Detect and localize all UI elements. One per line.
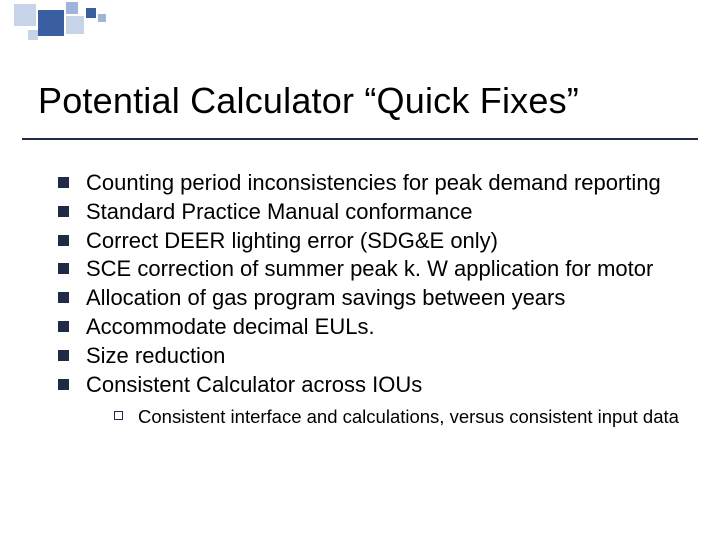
list-item: Counting period inconsistencies for peak… <box>58 170 680 197</box>
slide: Potential Calculator “Quick Fixes” Count… <box>0 0 720 540</box>
bullet-text: Consistent Calculator across IOUs <box>86 372 422 397</box>
bullet-list: Counting period inconsistencies for peak… <box>58 170 680 428</box>
title-rule <box>22 138 698 140</box>
list-item: Correct DEER lighting error (SDG&E only) <box>58 228 680 255</box>
bullet-text: Standard Practice Manual conformance <box>86 199 472 224</box>
sub-bullet-text: Consistent interface and calculations, v… <box>138 406 679 427</box>
list-item: Consistent Calculator across IOUs Consis… <box>58 372 680 428</box>
corner-decoration <box>0 0 140 48</box>
bullet-text: Accommodate decimal EULs. <box>86 314 375 339</box>
bullet-text: Allocation of gas program savings betwee… <box>86 285 565 310</box>
bullet-text: Correct DEER lighting error (SDG&E only) <box>86 228 498 253</box>
bullet-text: SCE correction of summer peak k. W appli… <box>86 256 653 281</box>
list-item: Size reduction <box>58 343 680 370</box>
list-item: Standard Practice Manual conformance <box>58 199 680 226</box>
content-area: Counting period inconsistencies for peak… <box>58 170 680 430</box>
bullet-text: Counting period inconsistencies for peak… <box>86 170 661 195</box>
sub-bullet-list: Consistent interface and calculations, v… <box>86 405 680 428</box>
sub-list-item: Consistent interface and calculations, v… <box>114 405 680 428</box>
list-item: SCE correction of summer peak k. W appli… <box>58 256 680 283</box>
bullet-text: Size reduction <box>86 343 225 368</box>
list-item: Accommodate decimal EULs. <box>58 314 680 341</box>
list-item: Allocation of gas program savings betwee… <box>58 285 680 312</box>
slide-title: Potential Calculator “Quick Fixes” <box>38 80 682 122</box>
